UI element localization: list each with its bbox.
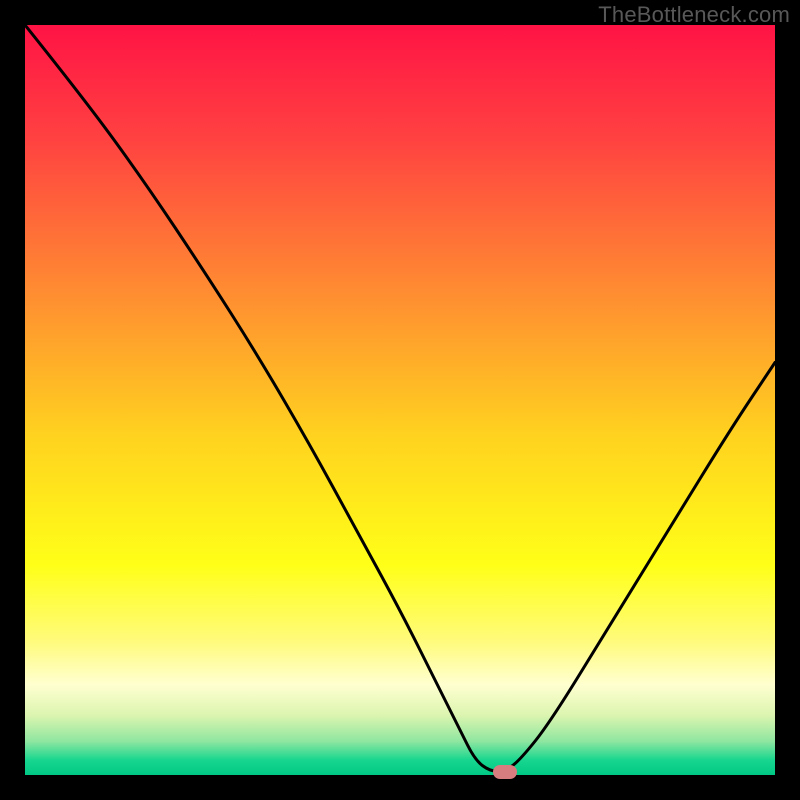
gradient-background [25, 25, 775, 775]
chart-svg [25, 25, 775, 775]
chart-frame: TheBottleneck.com [0, 0, 800, 800]
optimal-marker [493, 765, 517, 779]
plot-area [25, 25, 775, 775]
